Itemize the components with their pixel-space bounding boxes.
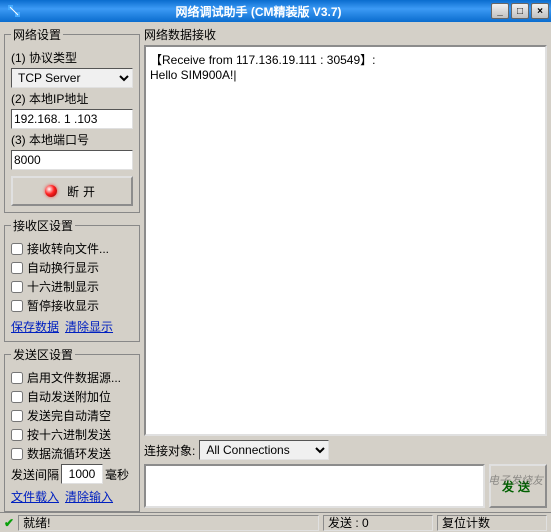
send-opt-loop[interactable]: 数据流循环发送 bbox=[11, 445, 133, 462]
send-textarea[interactable] bbox=[144, 464, 485, 508]
interval-label-pre: 发送间隔 bbox=[11, 466, 59, 483]
ready-icon: ✔ bbox=[4, 516, 14, 530]
clear-input-link[interactable]: 清除输入 bbox=[65, 488, 113, 505]
send-opt-file[interactable]: 启用文件数据源... bbox=[11, 369, 133, 386]
protocol-type-select[interactable]: TCP Server bbox=[11, 68, 133, 88]
recv-opt-redirect-check[interactable] bbox=[11, 243, 23, 255]
local-port-input[interactable] bbox=[11, 150, 133, 170]
protocol-type-label: (1) 协议类型 bbox=[11, 49, 133, 66]
recv-opt-redirect[interactable]: 接收转向文件... bbox=[11, 240, 133, 257]
send-opt-loop-check[interactable] bbox=[11, 448, 23, 460]
statusbar: ✔ 就绪! 发送 : 0 复位计数 bbox=[0, 512, 551, 532]
connection-select[interactable]: All Connections bbox=[199, 440, 329, 460]
clear-display-link[interactable]: 清除显示 bbox=[65, 318, 113, 335]
local-port-label: (3) 本地端口号 bbox=[11, 131, 133, 148]
send-opt-clear[interactable]: 发送完自动清空 bbox=[11, 407, 133, 424]
titlebar: 网络调试助手 (CM精装版 V3.7) _ □ × bbox=[0, 0, 551, 22]
recv-opt-wrap-check[interactable] bbox=[11, 262, 23, 274]
send-opt-hex-check[interactable] bbox=[11, 429, 23, 441]
app-icon bbox=[6, 3, 22, 19]
recv-settings-legend: 接收区设置 bbox=[11, 217, 75, 234]
close-button[interactable]: × bbox=[531, 3, 549, 19]
send-button[interactable]: 发送 bbox=[489, 464, 547, 508]
local-ip-input[interactable] bbox=[11, 109, 133, 129]
right-panel: 网络数据接收 【Receive from 117.136.19.111 : 30… bbox=[144, 26, 547, 508]
send-opt-hex[interactable]: 按十六进制发送 bbox=[11, 426, 133, 443]
interval-input[interactable] bbox=[61, 464, 103, 484]
send-opt-append[interactable]: 自动发送附加位 bbox=[11, 388, 133, 405]
save-data-link[interactable]: 保存数据 bbox=[11, 318, 59, 335]
status-reset[interactable]: 复位计数 bbox=[437, 515, 547, 531]
maximize-button[interactable]: □ bbox=[511, 3, 529, 19]
minimize-button[interactable]: _ bbox=[491, 3, 509, 19]
send-opt-clear-check[interactable] bbox=[11, 410, 23, 422]
window-title: 网络调试助手 (CM精装版 V3.7) bbox=[26, 3, 491, 20]
left-panel: 网络设置 (1) 协议类型 TCP Server (2) 本地IP地址 (3) … bbox=[4, 26, 140, 508]
recv-textarea[interactable]: 【Receive from 117.136.19.111 : 30549】: H… bbox=[144, 45, 547, 436]
recv-settings-group: 接收区设置 接收转向文件... 自动换行显示 十六进制显示 暂停接收显示 保存数… bbox=[4, 217, 140, 342]
recv-opt-hex-check[interactable] bbox=[11, 281, 23, 293]
send-settings-legend: 发送区设置 bbox=[11, 346, 75, 363]
recv-opt-pause[interactable]: 暂停接收显示 bbox=[11, 297, 133, 314]
recv-opt-hex[interactable]: 十六进制显示 bbox=[11, 278, 133, 295]
status-send-count: 发送 : 0 bbox=[323, 515, 433, 531]
recv-panel-title: 网络数据接收 bbox=[144, 26, 547, 43]
file-load-link[interactable]: 文件载入 bbox=[11, 488, 59, 505]
record-icon bbox=[45, 185, 57, 197]
send-opt-file-check[interactable] bbox=[11, 372, 23, 384]
send-opt-append-check[interactable] bbox=[11, 391, 23, 403]
local-ip-label: (2) 本地IP地址 bbox=[11, 90, 133, 107]
recv-opt-pause-check[interactable] bbox=[11, 300, 23, 312]
network-settings-legend: 网络设置 bbox=[11, 26, 63, 43]
status-ready: 就绪! bbox=[18, 515, 319, 531]
send-settings-group: 发送区设置 启用文件数据源... 自动发送附加位 发送完自动清空 按十六进制发送… bbox=[4, 346, 140, 512]
disconnect-button[interactable]: 断开 bbox=[11, 176, 133, 206]
recv-opt-wrap[interactable]: 自动换行显示 bbox=[11, 259, 133, 276]
network-settings-group: 网络设置 (1) 协议类型 TCP Server (2) 本地IP地址 (3) … bbox=[4, 26, 140, 213]
interval-label-post: 毫秒 bbox=[105, 466, 129, 483]
disconnect-button-label: 断开 bbox=[67, 183, 99, 200]
connection-label: 连接对象: bbox=[144, 442, 195, 459]
